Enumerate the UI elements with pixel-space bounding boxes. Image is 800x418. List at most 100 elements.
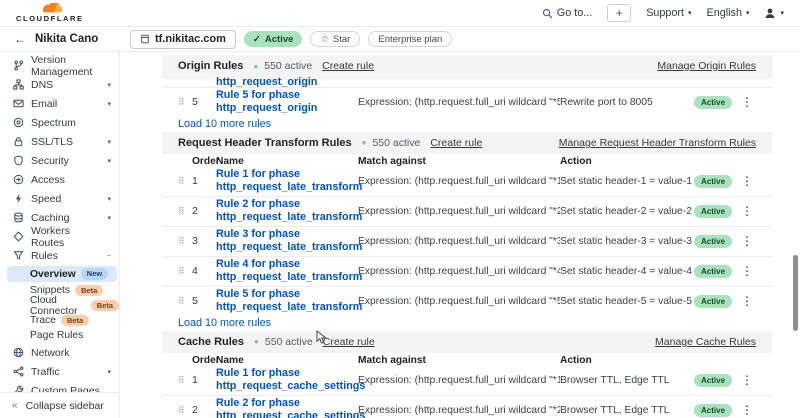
- kebab-menu-icon[interactable]: ⋮: [738, 205, 756, 217]
- match-cell: Expression: (http.request.full_uri wildc…: [358, 206, 560, 217]
- load-more-link[interactable]: Load 10 more rules: [178, 118, 271, 130]
- kebab-menu-icon[interactable]: ⋮: [738, 404, 756, 416]
- kebab-menu-icon[interactable]: ⋮: [738, 175, 756, 187]
- rule-name-partial[interactable]: http_request_origin: [216, 77, 756, 87]
- support-menu[interactable]: Support ▾: [646, 7, 691, 19]
- create-rule-link[interactable]: Create rule: [322, 60, 374, 72]
- chevron-down-icon: ▾: [107, 195, 111, 203]
- drag-handle-icon[interactable]: ⠿: [178, 266, 192, 277]
- kebab-menu-icon[interactable]: ⋮: [738, 235, 756, 247]
- sidebar-item-security[interactable]: Security ▾: [0, 151, 119, 170]
- request-header-transform-rules-header: Request Header Transform Rules ● 550 act…: [162, 132, 772, 154]
- table-row: ⠿ 2 Rule 2 for phasehttp_request_cache_s…: [162, 395, 772, 418]
- check-icon: ✓: [253, 34, 261, 45]
- sidebar-subitem-label: Cloud Connector: [30, 295, 86, 317]
- mouse-cursor: [316, 330, 329, 348]
- language-menu[interactable]: English ▾: [707, 7, 750, 19]
- drag-handle-icon[interactable]: ⠿: [178, 296, 192, 307]
- match-cell: Expression: (http.request.full_uri wildc…: [358, 236, 560, 247]
- rule-name-link[interactable]: Rule 1 for phasehttp_request_cache_setti…: [216, 367, 358, 394]
- kebab-menu-icon[interactable]: ⋮: [738, 96, 756, 108]
- manage-origin-rules-link[interactable]: Manage Origin Rules: [657, 60, 756, 72]
- manage-cache-rules-link[interactable]: Manage Cache Rules: [655, 336, 756, 348]
- sidebar-item-traffic[interactable]: Traffic ▾: [0, 362, 119, 381]
- col-match: Match against: [358, 156, 560, 167]
- sidebar-item-access[interactable]: Access: [0, 170, 119, 189]
- domain-selector[interactable]: tf.nikitac.com: [130, 30, 236, 49]
- access-icon: [12, 174, 24, 186]
- collapse-sidebar-button[interactable]: « Collapse sidebar: [0, 392, 119, 418]
- sidebar-item-workers-routes[interactable]: Workers Routes: [0, 227, 119, 246]
- section-title: Origin Rules: [178, 60, 243, 72]
- rule-name-link[interactable]: Rule 2 for phasehttp_request_cache_setti…: [216, 397, 358, 418]
- collapse-label: Collapse sidebar: [26, 400, 104, 412]
- active-count: 550 active: [372, 137, 420, 149]
- drag-handle-icon[interactable]: ⠿: [178, 97, 192, 108]
- order-cell: 1: [192, 175, 216, 187]
- kebab-menu-icon[interactable]: ⋮: [738, 265, 756, 277]
- add-site-button[interactable]: +: [607, 4, 631, 22]
- load-more-row: Load 10 more rules: [162, 316, 772, 331]
- rule-name-line1: Rule 2 for phase: [216, 397, 358, 410]
- sidebar-item-version-management[interactable]: Version Management: [0, 56, 119, 75]
- drag-handle-icon[interactable]: ⠿: [178, 236, 192, 247]
- workers-icon: [12, 231, 24, 243]
- rule-name-link[interactable]: Rule 1 for phasehttp_request_late_transf…: [216, 168, 358, 195]
- create-rule-link[interactable]: Create rule: [323, 336, 375, 348]
- spectrum-icon: [12, 117, 24, 129]
- table-row: ⠿ 4 Rule 4 for phasehttp_request_late_tr…: [162, 256, 772, 286]
- sidebar-item-label: Network: [31, 347, 70, 359]
- active-count: 550 active: [264, 60, 312, 72]
- rule-name-link[interactable]: Rule 5 for phasehttp_request_late_transf…: [216, 288, 358, 315]
- chevron-down-icon: ▾: [107, 157, 111, 165]
- star-button[interactable]: ☆ Star: [310, 31, 360, 47]
- user-account-menu[interactable]: ▾: [764, 7, 784, 19]
- load-more-row: Load 10 more rules: [162, 117, 772, 132]
- vertical-scrollbar[interactable]: [793, 255, 798, 331]
- sidebar-item-dns[interactable]: DNS ▾: [0, 75, 119, 94]
- create-rule-link[interactable]: Create rule: [430, 137, 482, 149]
- clipped-row: http_request_origin: [162, 77, 772, 87]
- drag-handle-icon[interactable]: ⠿: [178, 375, 192, 386]
- action-cell: Set static header-2 = value-2: [560, 206, 694, 217]
- sidebar-item-cloud-connector[interactable]: Cloud Connector Beta: [0, 298, 119, 313]
- sidebar-item-speed[interactable]: Speed ▾: [0, 189, 119, 208]
- sidebar-item-label: Version Management: [31, 54, 104, 78]
- rule-name-line1: Rule 2 for phase: [216, 198, 358, 211]
- search-label: Go to...: [557, 7, 592, 19]
- sidebar-item-page-rules[interactable]: Page Rules: [0, 328, 119, 343]
- drag-handle-icon[interactable]: ⠿: [178, 405, 192, 416]
- sidebar-item-overview[interactable]: Overview New: [7, 266, 117, 282]
- back-arrow-icon[interactable]: ←: [14, 32, 26, 46]
- load-more-link[interactable]: Load 10 more rules: [178, 317, 271, 329]
- sidebar-item-ssl-tls[interactable]: SSL/TLS ▾: [0, 132, 119, 151]
- rule-name-line1: Rule 5 for phase: [216, 89, 358, 102]
- order-cell: 5: [192, 96, 216, 108]
- kebab-menu-icon[interactable]: ⋮: [738, 295, 756, 307]
- sidebar-item-network[interactable]: Network: [0, 343, 119, 362]
- sidebar-subitem-label: Page Rules: [30, 330, 83, 341]
- rule-name-link[interactable]: Rule 3 for phasehttp_request_late_transf…: [216, 228, 358, 255]
- account-breadcrumb: ← Nikita Cano: [0, 27, 120, 51]
- rule-name-line1: Rule 4 for phase: [216, 258, 358, 271]
- cloudflare-logo[interactable]: CLOUDFLARE: [16, 3, 84, 23]
- sidebar-item-label: Speed: [31, 193, 61, 205]
- rule-name-link[interactable]: Rule 2 for phasehttp_request_late_transf…: [216, 198, 358, 225]
- sidebar-item-email[interactable]: Email ▾: [0, 94, 119, 113]
- kebab-menu-icon[interactable]: ⋮: [738, 374, 756, 386]
- rule-name-link[interactable]: Rule 4 for phasehttp_request_late_transf…: [216, 258, 358, 285]
- sidebar-item-spectrum[interactable]: Spectrum: [0, 113, 119, 132]
- sidebar-item-rules[interactable]: Rules –: [0, 246, 119, 265]
- global-search[interactable]: Go to...: [542, 7, 592, 19]
- section-title: Cache Rules: [178, 336, 244, 348]
- action-cell: Set static header-4 = value-4: [560, 266, 694, 277]
- drag-handle-icon[interactable]: ⠿: [178, 176, 192, 187]
- account-name[interactable]: Nikita Cano: [35, 33, 98, 45]
- drag-handle-icon[interactable]: ⠿: [178, 206, 192, 217]
- sidebar-item-label: Security: [31, 155, 69, 167]
- manage-request-header-transform-rules-link[interactable]: Manage Request Header Transform Rules: [559, 137, 756, 149]
- order-cell: 3: [192, 235, 216, 247]
- order-cell: 2: [192, 205, 216, 217]
- match-cell: Expression: (http.request.full_uri wildc…: [358, 375, 560, 386]
- rule-name-link[interactable]: Rule 5 for phasehttp_request_origin: [216, 89, 358, 116]
